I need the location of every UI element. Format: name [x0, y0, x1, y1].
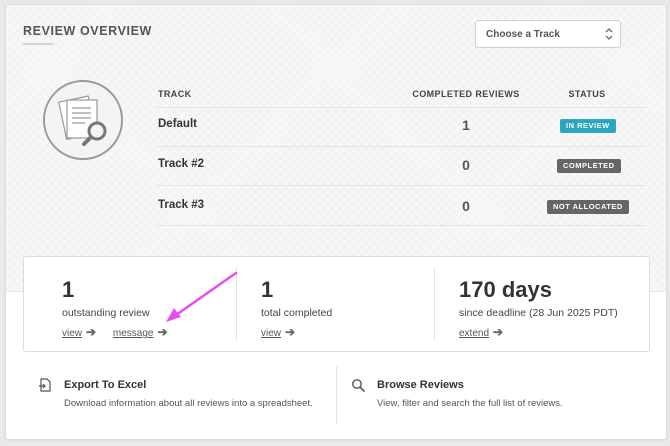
extend-link[interactable]: extend: [459, 328, 489, 339]
arrow-right-icon: ➔: [493, 325, 504, 339]
col-header-completed: COMPLETED REVIEWS: [412, 89, 520, 99]
browse-title: Browse Reviews: [377, 379, 464, 391]
completed-count: 0: [462, 198, 470, 214]
col-header-track: TRACK: [158, 89, 192, 99]
outstanding-label: outstanding review: [62, 307, 150, 319]
arrow-right-icon: ➔: [86, 325, 97, 339]
row-divider: [156, 146, 646, 147]
outstanding-count: 1: [62, 277, 75, 302]
actions-divider: [336, 366, 337, 424]
page-title: REVIEW OVERVIEW: [23, 24, 152, 38]
status-badge: NOT ALLOCATED: [547, 200, 629, 214]
track-name: Default: [158, 118, 197, 130]
reviews-document-icon: [43, 80, 123, 160]
view-completed-link[interactable]: view: [261, 328, 281, 339]
chevron-updown-icon: [605, 28, 613, 40]
row-divider: [156, 225, 646, 226]
completed-count: 0: [462, 157, 470, 173]
track-select[interactable]: Choose a Track: [475, 20, 621, 48]
track-select-label: Choose a Track: [486, 29, 560, 40]
status-badge: COMPLETED: [557, 159, 621, 173]
stat-deadline: 170 days since deadline (28 Jun 2025 PDT…: [459, 257, 644, 351]
overview-panel: REVIEW OVERVIEW Choose a Track TRACK COM…: [6, 5, 666, 292]
track-name: Track #3: [158, 199, 205, 211]
stat-outstanding: 1 outstanding review view ➔ message ➔: [62, 257, 242, 351]
file-export-icon: [39, 378, 51, 392]
col-header-status: STATUS: [568, 89, 606, 99]
export-description: Download information about all reviews i…: [64, 398, 313, 409]
deadline-label: since deadline (28 Jun 2025 PDT): [459, 307, 618, 319]
days-since-deadline: 170 days: [459, 277, 552, 302]
message-link[interactable]: message: [113, 328, 154, 339]
completed-count: 1: [462, 117, 470, 133]
stat-completed: 1 total completed view ➔: [261, 257, 431, 351]
browse-description: View, filter and search the full list of…: [377, 398, 563, 409]
status-badge: IN REVIEW: [560, 119, 616, 133]
completed-label: total completed: [261, 307, 333, 319]
stats-panel: 1 outstanding review view ➔ message ➔ 1 to…: [23, 256, 650, 352]
row-divider: [156, 107, 646, 108]
export-title: Export To Excel: [64, 379, 147, 391]
stat-divider: [434, 267, 435, 341]
arrow-right-icon: ➔: [285, 325, 296, 339]
arrow-right-icon: ➔: [157, 325, 168, 339]
completed-total: 1: [261, 277, 274, 302]
stat-divider: [236, 267, 237, 341]
row-divider: [156, 185, 646, 186]
title-underline: [23, 43, 53, 45]
view-outstanding-link[interactable]: view: [62, 328, 82, 339]
track-name: Track #2: [158, 158, 205, 170]
search-icon: [352, 379, 365, 392]
review-overview-card: REVIEW OVERVIEW Choose a Track TRACK COM…: [5, 4, 667, 440]
